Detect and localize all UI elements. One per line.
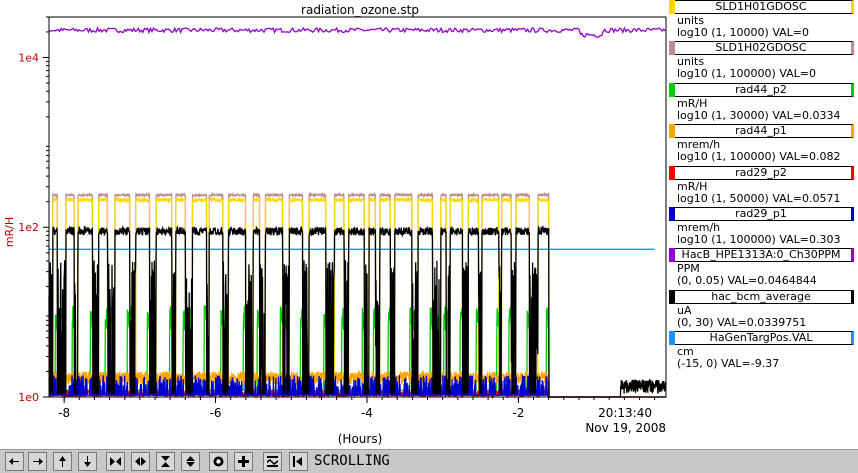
x-tick-label: -8 — [58, 406, 70, 420]
add-icon — [238, 456, 249, 467]
zoom-out-y-icon — [186, 456, 195, 467]
scroll-button[interactable] — [289, 452, 308, 471]
legend-item-0[interactable]: SLD1H01GDOSC — [670, 0, 854, 14]
zoom-out-x-icon — [135, 457, 146, 466]
legend-range: log10 (1, 100000) VAL=0.082 — [677, 150, 841, 164]
legend-range: (0, 0.05) VAL=0.0464844 — [677, 274, 817, 288]
arrow-down-button[interactable] — [78, 452, 97, 471]
x-axis-label: (Hours) — [338, 432, 383, 446]
record-button[interactable] — [209, 452, 228, 471]
arrow-right-button[interactable] — [28, 452, 47, 471]
y-axis-label: mR/H — [3, 217, 16, 247]
legend-swatch — [669, 82, 675, 97]
legend-item-7[interactable]: hac_bcm_average — [670, 289, 854, 304]
timestamp-date: Nov 19, 2008 — [585, 421, 666, 435]
zoom-in-x-button[interactable] — [106, 452, 125, 471]
legend-swatch — [669, 165, 675, 180]
zoom-out-y-button[interactable] — [181, 452, 200, 471]
legend-item-1[interactable]: SLD1H02GDOSC — [670, 41, 854, 56]
legend-range: (-15, 0) VAL=-9.37 — [677, 357, 780, 371]
legend-range: log10 (1, 100000) VAL=0 — [677, 67, 817, 81]
timestamp-time: 20:13:40 — [598, 406, 652, 420]
scrolling-status: SCROLLING — [314, 453, 390, 469]
x-tick-label: -6 — [210, 406, 222, 420]
legend-swatch — [669, 124, 675, 139]
arrow-left-button[interactable] — [5, 452, 24, 471]
series-line-SLD1H02GDOSC — [49, 191, 666, 398]
record-icon — [213, 456, 224, 467]
legend-range: (0, 30) VAL=0.0339751 — [677, 315, 807, 329]
arrow-up-button[interactable] — [53, 452, 72, 471]
legend: SLD1H01GDOSC units log10 (1, 10000) VAL=0 S… — [669, 0, 858, 372]
legend-swatch — [669, 41, 675, 56]
legend-swatch — [669, 331, 675, 346]
legend-range: log10 (1, 50000) VAL=0.0571 — [677, 191, 841, 205]
zoom-out-x-button[interactable] — [131, 452, 150, 471]
scroll-icon — [293, 456, 302, 467]
zoom-in-y-button[interactable] — [156, 452, 175, 471]
legend-swatch — [669, 289, 675, 304]
legend-item-6[interactable]: HacB_HPE1313A:0_Ch30PPM — [670, 248, 854, 263]
legend-swatch — [669, 207, 675, 221]
arrow-down-icon — [84, 456, 91, 467]
legend-swatch — [669, 248, 675, 263]
zoom-in-y-icon — [161, 456, 170, 467]
series-line-HacB_HPE1313A:0_Ch30PPM — [48, 26, 666, 38]
y-tick-label: 1e4 — [18, 51, 39, 64]
legend-item-5[interactable]: rad29_p1 — [670, 207, 854, 221]
y-tick-label: 1e0 — [18, 391, 39, 404]
legend-item-3[interactable]: rad44_p1 — [670, 124, 854, 139]
autoscale-button[interactable] — [263, 452, 282, 471]
toolbar: SCROLLING — [0, 449, 858, 473]
y-tick-label: 1e2 — [18, 221, 39, 234]
legend-range: log10 (1, 10000) VAL=0 — [677, 26, 810, 39]
legend-item-4[interactable]: rad29_p2 — [670, 165, 854, 180]
add-button[interactable] — [234, 452, 253, 471]
zoom-in-x-icon — [110, 457, 121, 466]
legend-item-2[interactable]: rad44_p2 — [670, 82, 854, 97]
legend-range: log10 (1, 30000) VAL=0.0334 — [677, 108, 841, 122]
legend-item-8[interactable]: HaGenTargPos.VAL — [670, 331, 854, 346]
chart-title: radiation_ozone.stp — [301, 3, 419, 17]
arrow-left-icon — [9, 458, 19, 465]
arrow-right-icon — [33, 458, 43, 465]
legend-range: log10 (1, 100000) VAL=0.303 — [677, 233, 841, 246]
x-tick-label: -2 — [512, 406, 524, 420]
plot-frame — [48, 16, 667, 398]
autoscale-icon — [267, 456, 278, 467]
series-line-hac_bcm_average — [48, 225, 667, 398]
arrow-up-icon — [59, 456, 66, 467]
legend-swatch — [669, 0, 675, 14]
x-tick-label: -4 — [361, 406, 373, 420]
